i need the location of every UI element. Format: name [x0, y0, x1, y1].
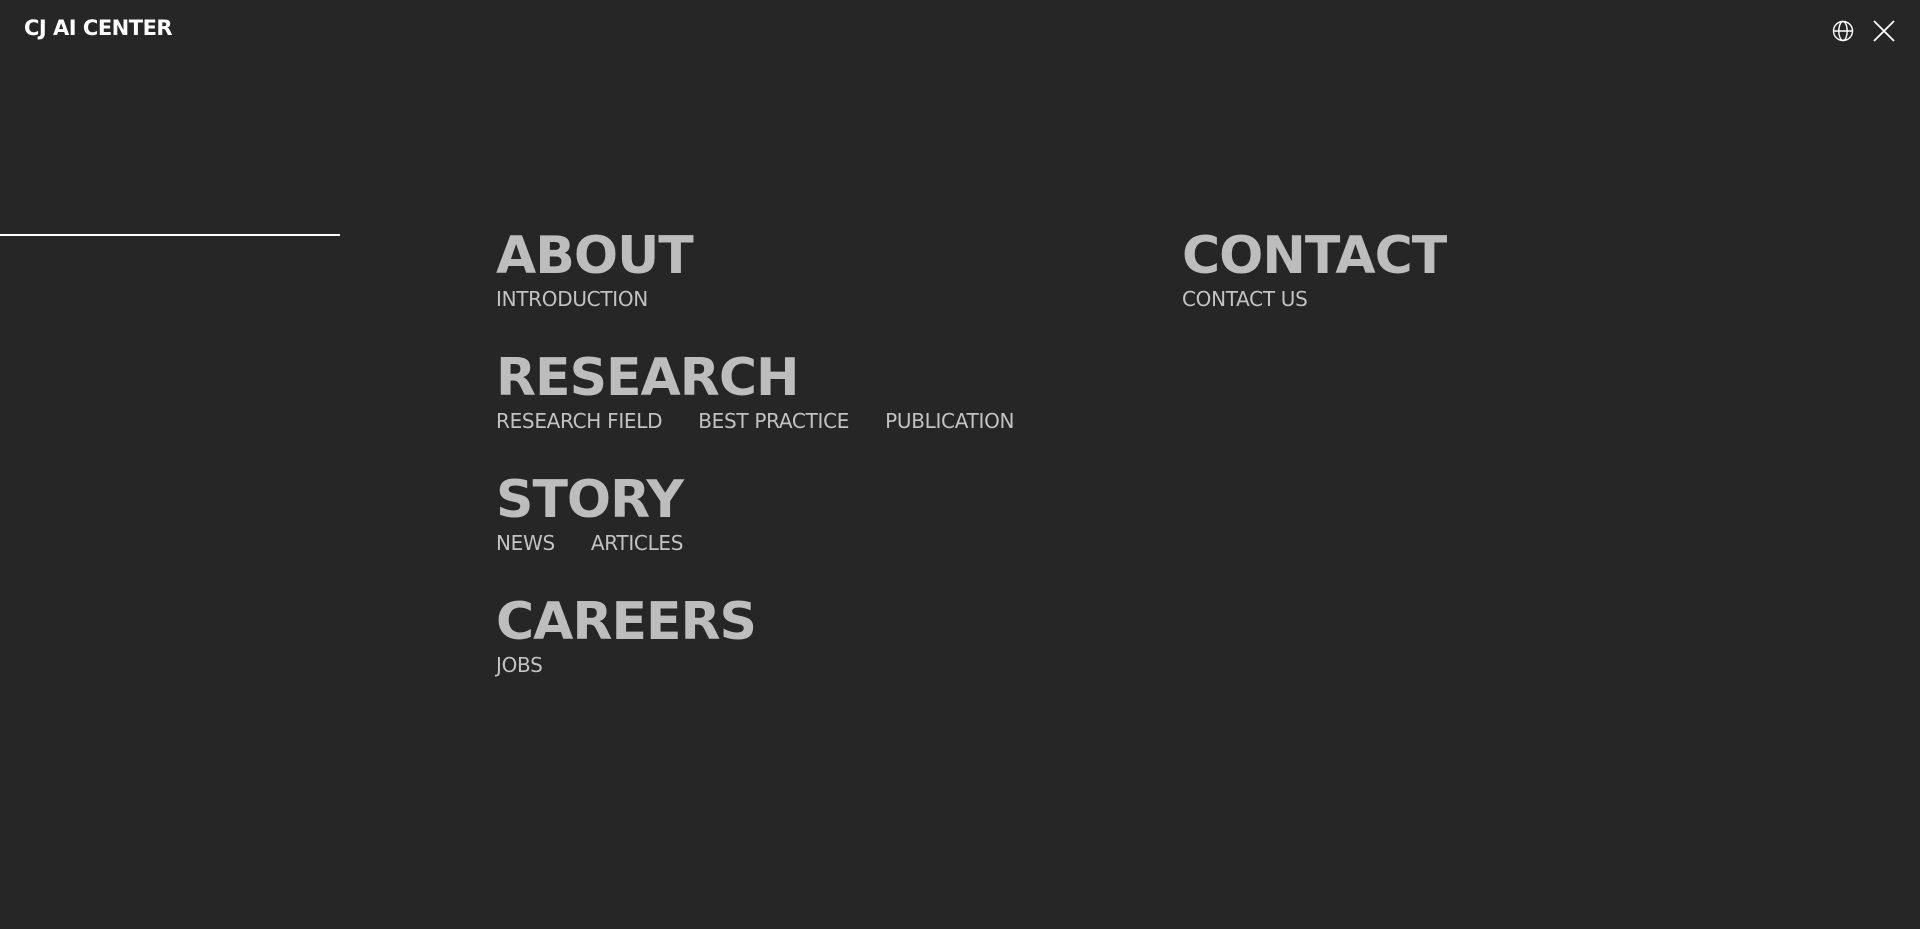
submenu-item-news[interactable]: NEWS	[496, 530, 555, 556]
submenu-item-jobs[interactable]: JOBS	[496, 652, 543, 678]
submenu-item-contact-us[interactable]: CONTACT US	[1182, 286, 1308, 312]
menu-group-contact: CONTACT CONTACT US	[1182, 224, 1447, 312]
menu-title-careers[interactable]: CAREERS	[496, 590, 1014, 654]
top-actions	[1831, 19, 1896, 43]
close-menu-button[interactable]	[1872, 19, 1896, 43]
fullscreen-menu: CJ AI CENTER ABOUT INTRODUCTION RESEARCH…	[0, 0, 1920, 929]
language-button[interactable]	[1831, 19, 1855, 43]
menu-title-about[interactable]: ABOUT	[496, 224, 1014, 288]
close-icon	[1873, 20, 1895, 42]
menu-title-research[interactable]: RESEARCH	[496, 346, 1014, 410]
menu-title-story[interactable]: STORY	[496, 468, 1014, 532]
menu-group-research: RESEARCH RESEARCH FIELD BEST PRACTICE PU…	[496, 346, 1014, 434]
menu-column-left: ABOUT INTRODUCTION RESEARCH RESEARCH FIE…	[496, 224, 1014, 712]
menu-group-story: STORY NEWS ARTICLES	[496, 468, 1014, 556]
submenu-contact: CONTACT US	[1182, 286, 1446, 312]
menu-group-about: ABOUT INTRODUCTION	[496, 224, 1014, 312]
submenu-item-introduction[interactable]: INTRODUCTION	[496, 286, 648, 312]
site-logo[interactable]: CJ AI CENTER	[24, 16, 173, 40]
submenu-item-research-field[interactable]: RESEARCH FIELD	[496, 408, 663, 434]
submenu-research: RESEARCH FIELD BEST PRACTICE PUBLICATION	[496, 408, 1014, 434]
submenu-story: NEWS ARTICLES	[496, 530, 1014, 556]
menu-group-careers: CAREERS JOBS	[496, 590, 1014, 678]
submenu-item-articles[interactable]: ARTICLES	[591, 530, 684, 556]
menu-title-contact[interactable]: CONTACT	[1182, 224, 1447, 288]
globe-icon	[1832, 20, 1854, 42]
submenu-item-best-practice[interactable]: BEST PRACTICE	[698, 408, 849, 434]
submenu-careers: JOBS	[496, 652, 1014, 678]
menu-column-right: CONTACT CONTACT US	[1182, 224, 1447, 346]
submenu-item-publication[interactable]: PUBLICATION	[885, 408, 1014, 434]
decorative-divider-line	[0, 234, 340, 236]
submenu-about: INTRODUCTION	[496, 286, 1014, 312]
